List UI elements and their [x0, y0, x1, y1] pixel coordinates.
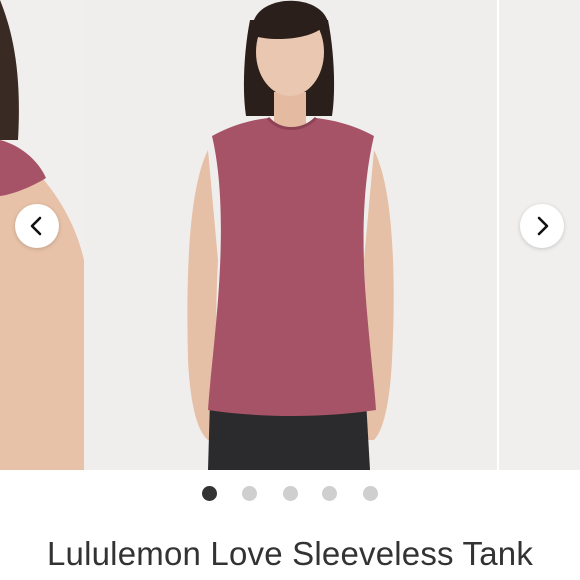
- pagination-dot-1[interactable]: [202, 486, 217, 501]
- pagination-dot-2[interactable]: [242, 486, 257, 501]
- pagination-dot-3[interactable]: [283, 486, 298, 501]
- carousel-next-button[interactable]: [520, 204, 564, 248]
- carousel-pagination: [0, 486, 580, 502]
- chevron-left-icon: [30, 216, 42, 236]
- product-title: Lululemon Love Sleeveless Tank: [46, 535, 534, 572]
- pagination-dot-4[interactable]: [322, 486, 337, 501]
- pagination-dot-5[interactable]: [363, 486, 378, 501]
- carousel-previous-button[interactable]: [15, 204, 59, 248]
- main-product-image[interactable]: [84, 0, 497, 470]
- image-carousel: [0, 0, 580, 470]
- chevron-right-icon: [537, 216, 549, 236]
